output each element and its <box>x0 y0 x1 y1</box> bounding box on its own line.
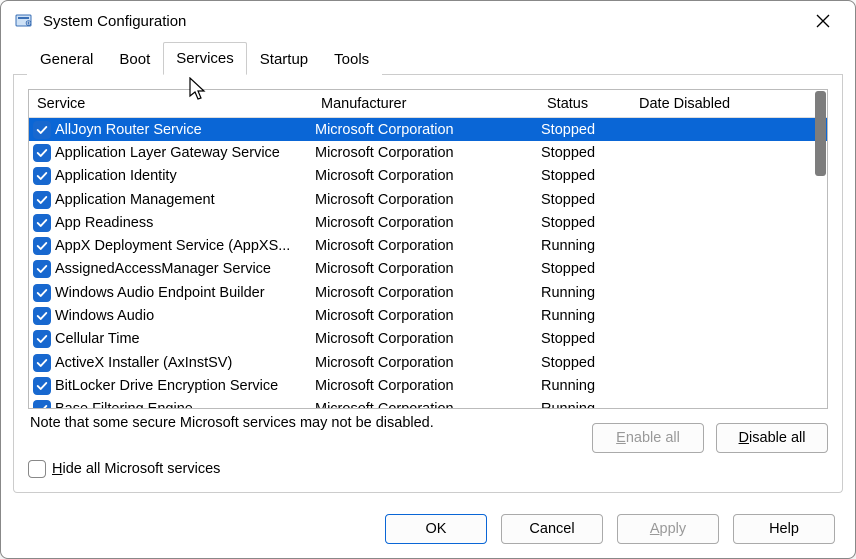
titlebar: System Configuration <box>1 1 855 41</box>
services-table: Service Manufacturer Status Date Disable… <box>28 89 828 409</box>
table-row[interactable]: BitLocker Drive Encryption ServiceMicros… <box>29 374 827 397</box>
col-service[interactable]: Service <box>29 96 315 112</box>
row-checkbox[interactable] <box>33 377 51 395</box>
ok-button[interactable]: OK <box>385 514 487 544</box>
enable-all-button[interactable]: Enable all <box>592 423 704 453</box>
row-checkbox[interactable] <box>33 167 51 185</box>
cell-service: AssignedAccessManager Service <box>55 261 315 277</box>
cell-service: Windows Audio Endpoint Builder <box>55 285 315 301</box>
table-header: Service Manufacturer Status Date Disable… <box>29 90 827 118</box>
dialog-buttons: OK Cancel Apply Help <box>385 514 835 544</box>
table-row[interactable]: Windows AudioMicrosoft CorporationRunnin… <box>29 304 827 327</box>
cell-service: AllJoyn Router Service <box>55 122 315 138</box>
hide-microsoft-label: Hide all Microsoft services <box>52 461 220 477</box>
checkbox-box <box>28 460 46 478</box>
row-checkbox[interactable] <box>33 260 51 278</box>
window-title: System Configuration <box>43 13 803 30</box>
cell-service: App Readiness <box>55 215 315 231</box>
col-status[interactable]: Status <box>541 96 633 112</box>
tab-general[interactable]: General <box>27 43 106 75</box>
row-checkbox[interactable] <box>33 121 51 139</box>
tab-strip: General Boot Services Startup Tools <box>13 41 843 75</box>
cell-manufacturer: Microsoft Corporation <box>315 331 541 347</box>
cell-manufacturer: Microsoft Corporation <box>315 355 541 371</box>
table-body: AllJoyn Router ServiceMicrosoft Corporat… <box>29 118 827 409</box>
tab-startup[interactable]: Startup <box>247 43 321 75</box>
tab-tools[interactable]: Tools <box>321 43 382 75</box>
tab-services[interactable]: Services <box>163 42 247 75</box>
row-checkbox[interactable] <box>33 237 51 255</box>
cell-status: Running <box>541 401 633 409</box>
panel-buttons: Enable all Disable all <box>592 423 828 453</box>
close-button[interactable] <box>803 1 843 41</box>
row-checkbox[interactable] <box>33 400 51 409</box>
row-checkbox[interactable] <box>33 330 51 348</box>
table-row[interactable]: AllJoyn Router ServiceMicrosoft Corporat… <box>29 118 827 141</box>
cell-status: Stopped <box>541 215 633 231</box>
app-icon <box>15 12 33 30</box>
row-checkbox[interactable] <box>33 191 51 209</box>
cell-manufacturer: Microsoft Corporation <box>315 238 541 254</box>
cell-service: Base Filtering Engine <box>55 401 315 409</box>
cancel-button[interactable]: Cancel <box>501 514 603 544</box>
cell-service: ActiveX Installer (AxInstSV) <box>55 355 315 371</box>
col-manufacturer[interactable]: Manufacturer <box>315 96 541 112</box>
cell-status: Running <box>541 285 633 301</box>
row-checkbox[interactable] <box>33 144 51 162</box>
cell-status: Stopped <box>541 145 633 161</box>
cell-manufacturer: Microsoft Corporation <box>315 192 541 208</box>
tab-boot[interactable]: Boot <box>106 43 163 75</box>
table-row[interactable]: Application ManagementMicrosoft Corporat… <box>29 188 827 211</box>
col-date-disabled[interactable]: Date Disabled <box>633 96 827 112</box>
table-row[interactable]: Cellular TimeMicrosoft CorporationStoppe… <box>29 328 827 351</box>
apply-button[interactable]: Apply <box>617 514 719 544</box>
scrollbar-thumb[interactable] <box>815 91 826 176</box>
cell-service: Windows Audio <box>55 308 315 324</box>
cell-status: Stopped <box>541 168 633 184</box>
cell-service: Application Layer Gateway Service <box>55 145 315 161</box>
cell-status: Running <box>541 238 633 254</box>
cell-manufacturer: Microsoft Corporation <box>315 215 541 231</box>
cell-manufacturer: Microsoft Corporation <box>315 285 541 301</box>
cell-service: BitLocker Drive Encryption Service <box>55 378 315 394</box>
cell-status: Stopped <box>541 192 633 208</box>
table-row[interactable]: Application Layer Gateway ServiceMicroso… <box>29 141 827 164</box>
table-row[interactable]: AppX Deployment Service (AppXS...Microso… <box>29 234 827 257</box>
help-button[interactable]: Help <box>733 514 835 544</box>
cell-manufacturer: Microsoft Corporation <box>315 145 541 161</box>
table-row[interactable]: AssignedAccessManager ServiceMicrosoft C… <box>29 258 827 281</box>
cell-manufacturer: Microsoft Corporation <box>315 122 541 138</box>
services-panel: Service Manufacturer Status Date Disable… <box>13 75 843 493</box>
cell-service: Application Management <box>55 192 315 208</box>
cell-status: Stopped <box>541 331 633 347</box>
table-row[interactable]: Application IdentityMicrosoft Corporatio… <box>29 165 827 188</box>
cell-status: Stopped <box>541 122 633 138</box>
row-checkbox[interactable] <box>33 307 51 325</box>
cell-service: Application Identity <box>55 168 315 184</box>
cell-manufacturer: Microsoft Corporation <box>315 308 541 324</box>
row-checkbox[interactable] <box>33 284 51 302</box>
cell-service: Cellular Time <box>55 331 315 347</box>
cell-manufacturer: Microsoft Corporation <box>315 401 541 409</box>
table-row[interactable]: App ReadinessMicrosoft CorporationStoppe… <box>29 211 827 234</box>
cell-status: Running <box>541 308 633 324</box>
hide-microsoft-checkbox[interactable]: Hide all Microsoft services <box>28 460 220 478</box>
cell-status: Stopped <box>541 261 633 277</box>
disable-all-button[interactable]: Disable all <box>716 423 828 453</box>
cell-manufacturer: Microsoft Corporation <box>315 378 541 394</box>
cell-status: Running <box>541 378 633 394</box>
system-configuration-window: System Configuration General Boot Servic… <box>0 0 856 559</box>
table-row[interactable]: ActiveX Installer (AxInstSV)Microsoft Co… <box>29 351 827 374</box>
row-checkbox[interactable] <box>33 214 51 232</box>
row-checkbox[interactable] <box>33 354 51 372</box>
table-row[interactable]: Windows Audio Endpoint BuilderMicrosoft … <box>29 281 827 304</box>
cell-manufacturer: Microsoft Corporation <box>315 168 541 184</box>
cell-manufacturer: Microsoft Corporation <box>315 261 541 277</box>
cell-service: AppX Deployment Service (AppXS... <box>55 238 315 254</box>
table-row[interactable]: Base Filtering EngineMicrosoft Corporati… <box>29 398 827 409</box>
cell-status: Stopped <box>541 355 633 371</box>
